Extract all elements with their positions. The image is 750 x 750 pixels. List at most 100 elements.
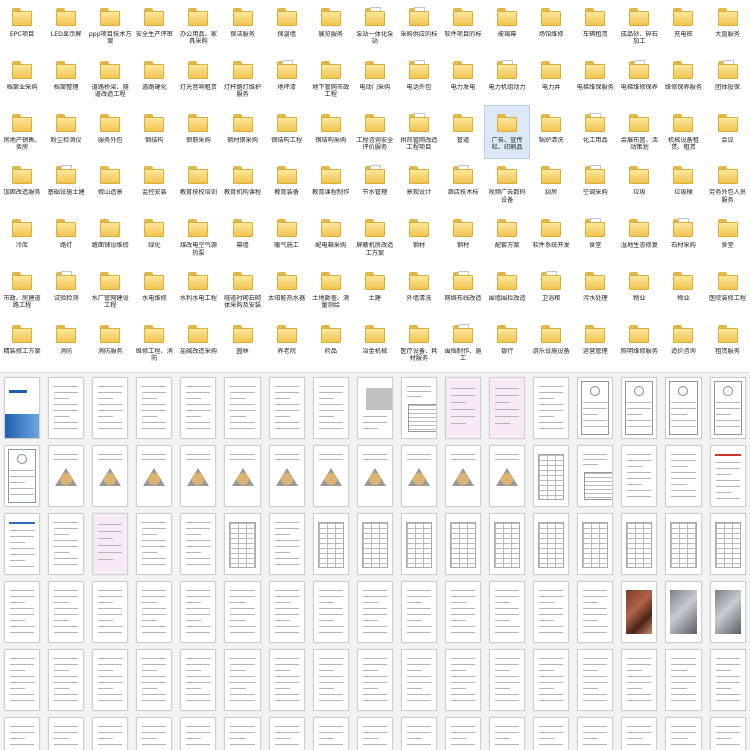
document-thumbnail[interactable] (132, 441, 176, 509)
folder-item[interactable]: 暖气施工 (265, 211, 309, 264)
folder-item[interactable]: 卫浴柜 (529, 264, 573, 317)
document-thumbnail[interactable] (353, 713, 397, 750)
folder-item[interactable]: 软件项目的标 (441, 0, 485, 53)
document-thumbnail[interactable] (309, 713, 353, 750)
folder-item[interactable]: 保温墙 (265, 0, 309, 53)
document-thumbnail[interactable] (617, 713, 661, 750)
document-thumbnail[interactable] (397, 645, 441, 713)
folder-item[interactable]: 钢材 (397, 211, 441, 264)
document-thumbnail[interactable] (176, 577, 220, 645)
folder-item[interactable]: 化工用品 (573, 106, 617, 159)
folder-item[interactable]: 幕墙 (220, 211, 264, 264)
document-thumbnail[interactable] (265, 509, 309, 577)
document-thumbnail[interactable] (661, 441, 705, 509)
folder-item[interactable]: 泵站一体化泵站 (353, 0, 397, 53)
document-thumbnail[interactable] (485, 645, 529, 713)
folder-item[interactable]: 机械设备租赁、租赁 (661, 106, 705, 159)
document-thumbnail[interactable] (265, 373, 309, 441)
folder-item[interactable]: 太阳能热水器 (265, 264, 309, 317)
document-thumbnail[interactable] (661, 373, 705, 441)
folder-item[interactable]: 团体投保 (706, 53, 750, 106)
document-thumbnail[interactable] (661, 509, 705, 577)
folder-item[interactable]: LED显示屏 (44, 0, 88, 53)
document-thumbnail[interactable] (617, 577, 661, 645)
folder-item[interactable]: 精装修工方案 (0, 317, 44, 370)
document-thumbnail[interactable] (529, 373, 573, 441)
document-thumbnail[interactable] (573, 509, 617, 577)
folder-item[interactable]: 车辆租赁 (573, 0, 617, 53)
document-thumbnail[interactable] (220, 713, 264, 750)
document-thumbnail[interactable] (309, 373, 353, 441)
document-thumbnail[interactable] (44, 577, 88, 645)
document-thumbnail[interactable] (265, 645, 309, 713)
folder-item[interactable]: 维修保养服务 (661, 53, 705, 106)
document-thumbnail[interactable] (220, 645, 264, 713)
folder-item[interactable]: 软件系统开发 (529, 211, 573, 264)
folder-item[interactable]: 湿地生态修复 (617, 211, 661, 264)
folder-item[interactable]: 管道 (441, 106, 485, 159)
folder-item[interactable]: 市政、房建道路工程 (0, 264, 44, 317)
folder-item[interactable]: 盐碱改造采购 (176, 317, 220, 370)
folder-item[interactable]: 水电维修 (132, 264, 176, 317)
document-thumbnail[interactable] (176, 373, 220, 441)
folder-item[interactable]: 玻璃幕 (485, 0, 529, 53)
document-thumbnail[interactable] (132, 509, 176, 577)
folder-item[interactable]: 档案整理 (44, 53, 88, 106)
folder-item[interactable]: 药品 (309, 317, 353, 370)
folder-item[interactable]: 基础设施土建 (44, 158, 88, 211)
folder-item[interactable]: 配电箱采购 (309, 211, 353, 264)
folder-item[interactable]: 景观设计 (397, 158, 441, 211)
folder-item[interactable]: 钢筋采购 (176, 106, 220, 159)
document-thumbnail[interactable] (132, 713, 176, 750)
document-thumbnail[interactable] (353, 577, 397, 645)
folder-item[interactable]: 屏蔽机房改造工方案 (353, 211, 397, 264)
folder-item[interactable]: 粉尘检测仪 (44, 106, 88, 159)
folder-item[interactable]: 试验检测 (44, 264, 88, 317)
document-thumbnail[interactable] (44, 713, 88, 750)
document-thumbnail[interactable] (661, 645, 705, 713)
folder-item[interactable]: 医疗设备、耗材服务 (397, 317, 441, 370)
document-thumbnail[interactable] (88, 577, 132, 645)
folder-item[interactable]: 教育机构课程 (220, 158, 264, 211)
folder-item[interactable]: 教育课程制作 (309, 158, 353, 211)
document-thumbnail[interactable] (397, 441, 441, 509)
document-thumbnail[interactable] (485, 373, 529, 441)
document-thumbnail[interactable] (397, 713, 441, 750)
folder-item[interactable]: 节水管理 (353, 158, 397, 211)
folder-item[interactable]: 道路硬化 (132, 53, 176, 106)
document-thumbnail[interactable] (44, 509, 88, 577)
document-thumbnail[interactable] (529, 441, 573, 509)
folder-item[interactable]: 物业 (617, 264, 661, 317)
document-thumbnail[interactable] (353, 509, 397, 577)
document-thumbnail[interactable] (265, 577, 309, 645)
document-thumbnail[interactable] (0, 577, 44, 645)
document-thumbnail[interactable] (441, 713, 485, 750)
document-thumbnail[interactable] (485, 509, 529, 577)
folder-item[interactable]: 造价咨询 (661, 317, 705, 370)
document-thumbnail[interactable] (706, 441, 750, 509)
document-thumbnail[interactable] (441, 373, 485, 441)
document-thumbnail[interactable] (573, 373, 617, 441)
folder-item[interactable]: 食堂 (706, 211, 750, 264)
folder-item[interactable]: 成品砂、碎石加工 (617, 0, 661, 53)
folder-item[interactable]: 钢材钢采购 (220, 106, 264, 159)
document-thumbnail[interactable] (706, 509, 750, 577)
folder-item[interactable]: 电梯维修保养 (617, 53, 661, 106)
document-thumbnail[interactable] (265, 441, 309, 509)
folder-item[interactable]: 钢材 (441, 211, 485, 264)
document-thumbnail[interactable] (88, 713, 132, 750)
document-thumbnail[interactable] (441, 509, 485, 577)
document-thumbnail[interactable] (44, 373, 88, 441)
folder-item[interactable]: ppp项目技术方案 (88, 0, 132, 53)
document-thumbnail[interactable] (176, 441, 220, 509)
document-thumbnail[interactable] (132, 577, 176, 645)
folder-item[interactable]: 假山造景 (88, 158, 132, 211)
folder-item[interactable]: 工程咨询安全评价服务 (353, 106, 397, 159)
document-thumbnail[interactable] (529, 509, 573, 577)
document-thumbnail[interactable] (309, 441, 353, 509)
folder-item[interactable]: 教育装备 (265, 158, 309, 211)
document-thumbnail[interactable] (661, 577, 705, 645)
folder-item[interactable]: 垃圾 (617, 158, 661, 211)
folder-item[interactable]: 锅炉清洗 (529, 106, 573, 159)
document-thumbnail[interactable] (353, 645, 397, 713)
